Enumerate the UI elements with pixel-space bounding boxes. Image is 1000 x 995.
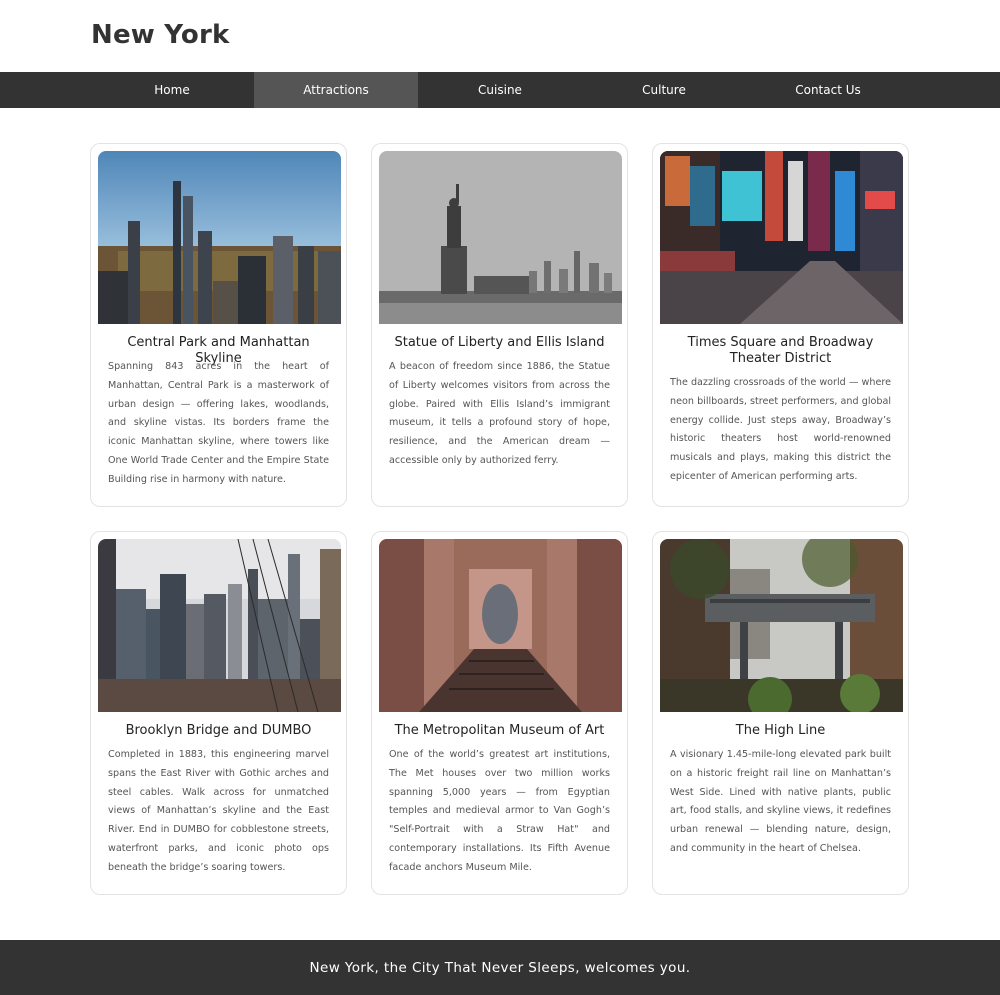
card-description: Completed in 1883, this engineering marv… (108, 749, 329, 873)
card-title: Statue of Liberty and Ellis Island (394, 335, 605, 350)
nav-item-contact-us[interactable]: Contact Us (746, 72, 910, 108)
card-description: The dazzling crossroads of the world — w… (670, 377, 891, 482)
card-title: Times Square and Broadway Theater Distri… (687, 335, 874, 366)
card-description: A beacon of freedom since 1886, the Stat… (389, 361, 610, 466)
card-description: A visionary 1.45-mile-long elevated park… (670, 749, 891, 854)
high-line-photo (660, 539, 903, 712)
attraction-card[interactable]: Central Park and Manhattan Skyline Spann… (90, 143, 347, 507)
statue-of-liberty-photo (379, 151, 622, 324)
nav-item-culture[interactable]: Culture (582, 72, 746, 108)
card-title: The Metropolitan Museum of Art (394, 723, 605, 738)
brooklyn-bridge-photo (98, 539, 341, 712)
card-title: The High Line (735, 723, 826, 738)
site-header: New York (0, 0, 1000, 72)
footer-text: New York, the City That Never Sleeps, we… (309, 959, 691, 976)
nav-item-cuisine[interactable]: Cuisine (418, 72, 582, 108)
card-description: One of the world’s greatest art institut… (389, 749, 610, 873)
site-title: New York (91, 20, 230, 50)
site-footer: New York, the City That Never Sleeps, we… (0, 940, 1000, 995)
attraction-card[interactable]: Statue of Liberty and Ellis Island A bea… (371, 143, 628, 507)
attraction-card[interactable]: The High Line A visionary 1.45-mile-long… (652, 531, 909, 895)
times-square-photo (660, 151, 903, 324)
card-description: Spanning 843 acres in the heart of Manha… (108, 361, 329, 485)
attraction-card[interactable]: The Metropolitan Museum of Art One of th… (371, 531, 628, 895)
nav-item-home[interactable]: Home (90, 72, 254, 108)
main-nav: Home Attractions Cuisine Culture Contact… (0, 72, 1000, 108)
card-title: Brooklyn Bridge and DUMBO (125, 723, 312, 738)
metropolitan-museum-photo (379, 539, 622, 712)
attraction-card[interactable]: Brooklyn Bridge and DUMBO Completed in 1… (90, 531, 347, 895)
nav-item-attractions[interactable]: Attractions (254, 72, 418, 108)
attraction-card[interactable]: Times Square and Broadway Theater Distri… (652, 143, 909, 507)
central-park-photo (98, 151, 341, 324)
